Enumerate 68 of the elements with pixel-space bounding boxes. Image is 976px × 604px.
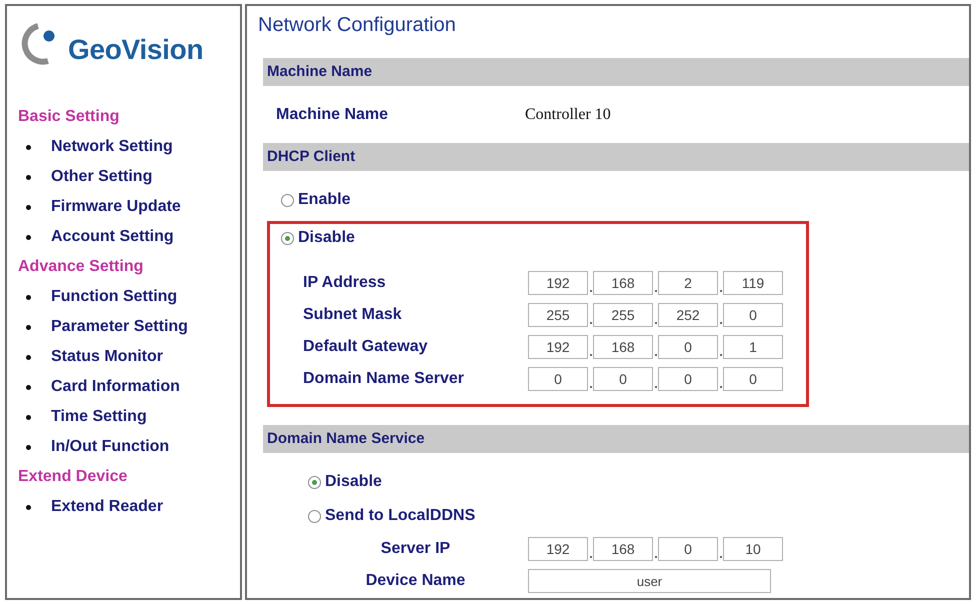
- sidebar-link[interactable]: Status Monitor: [51, 345, 163, 369]
- radio-option[interactable]: Disable: [281, 226, 355, 250]
- bullet-icon: [26, 324, 31, 330]
- bullet-icon: [26, 414, 31, 420]
- bullet-icon: [26, 204, 31, 210]
- bullet-icon: [26, 174, 31, 180]
- field-label: IP Address: [302, 273, 387, 293]
- ip-octet-field[interactable]: 168: [593, 537, 653, 561]
- ip-octet-field[interactable]: 0: [723, 367, 783, 391]
- ip-octet-field[interactable]: 255: [528, 303, 588, 327]
- sidebar-link[interactable]: In/Out Function: [51, 435, 170, 459]
- field-label: Default Gateway: [302, 337, 428, 357]
- sidebar-heading: Extend Device: [18, 467, 128, 487]
- logo-icon: [20, 22, 56, 66]
- logo-text: GeoVision: [68, 36, 204, 64]
- section-header: Machine Name: [263, 58, 969, 86]
- bullet-icon: [26, 144, 31, 150]
- sidebar-link[interactable]: Account Setting: [51, 225, 174, 249]
- sidebar-link[interactable]: Other Setting: [51, 165, 152, 189]
- text-field[interactable]: user: [528, 569, 771, 593]
- ip-octet-field[interactable]: 0: [658, 335, 718, 359]
- bullet-icon: [26, 384, 31, 390]
- bullet-icon: [26, 354, 31, 360]
- section-header: Domain Name Service: [263, 425, 969, 453]
- ip-octet-field[interactable]: 2: [658, 271, 718, 295]
- bullet-icon: [26, 504, 31, 510]
- ip-octet-field[interactable]: 0: [658, 537, 718, 561]
- bullet-icon: [26, 294, 31, 300]
- sidebar-link[interactable]: Network Setting: [51, 135, 173, 159]
- ip-octet-field[interactable]: 192: [528, 537, 588, 561]
- ip-octet-field[interactable]: 0: [723, 303, 783, 327]
- field-label: Machine Name: [275, 104, 390, 124]
- ip-octet-field[interactable]: 252: [658, 303, 718, 327]
- page-title: Network Configuration: [258, 14, 456, 36]
- field-label: Device Name: [366, 571, 466, 591]
- ip-octet-field[interactable]: 0: [528, 367, 588, 391]
- ip-octet-field[interactable]: 192: [528, 335, 588, 359]
- sidebar-link[interactable]: Extend Reader: [51, 495, 164, 519]
- radio-option[interactable]: Send to LocalDDNS: [308, 504, 476, 528]
- field-label: Server IP: [380, 539, 450, 559]
- field-label: Domain Name Server: [302, 369, 465, 389]
- sidebar-heading: Basic Setting: [18, 107, 120, 127]
- ip-octet-field[interactable]: 119: [723, 271, 783, 295]
- radio-button[interactable]: [281, 194, 294, 206]
- sidebar-link[interactable]: Function Setting: [51, 285, 178, 309]
- sidebar-link[interactable]: Firmware Update: [51, 195, 181, 219]
- sidebar-heading: Advance Setting: [18, 257, 144, 277]
- ip-octet-field[interactable]: 10: [723, 537, 783, 561]
- ip-octet-field[interactable]: 168: [593, 335, 653, 359]
- radio-option[interactable]: Disable: [308, 470, 382, 494]
- radio-option[interactable]: Enable: [281, 188, 350, 212]
- sidebar-link[interactable]: Parameter Setting: [51, 315, 188, 339]
- section-header: DHCP Client: [263, 143, 969, 171]
- radio-button[interactable]: [308, 510, 321, 522]
- field-label: Subnet Mask: [302, 305, 403, 325]
- ip-octet-field[interactable]: 192: [528, 271, 588, 295]
- ip-octet-field[interactable]: 168: [593, 271, 653, 295]
- field-value: Controller 10: [525, 104, 611, 124]
- ip-octet-field[interactable]: 1: [723, 335, 783, 359]
- bullet-icon: [26, 444, 31, 450]
- ip-octet-field[interactable]: 255: [593, 303, 653, 327]
- sidebar-link[interactable]: Card Information: [51, 375, 180, 399]
- ip-octet-field[interactable]: 0: [658, 367, 718, 391]
- radio-button[interactable]: [281, 232, 294, 244]
- bullet-icon: [26, 234, 31, 240]
- radio-button[interactable]: [308, 476, 321, 488]
- sidebar-link[interactable]: Time Setting: [51, 405, 147, 429]
- ip-octet-field[interactable]: 0: [593, 367, 653, 391]
